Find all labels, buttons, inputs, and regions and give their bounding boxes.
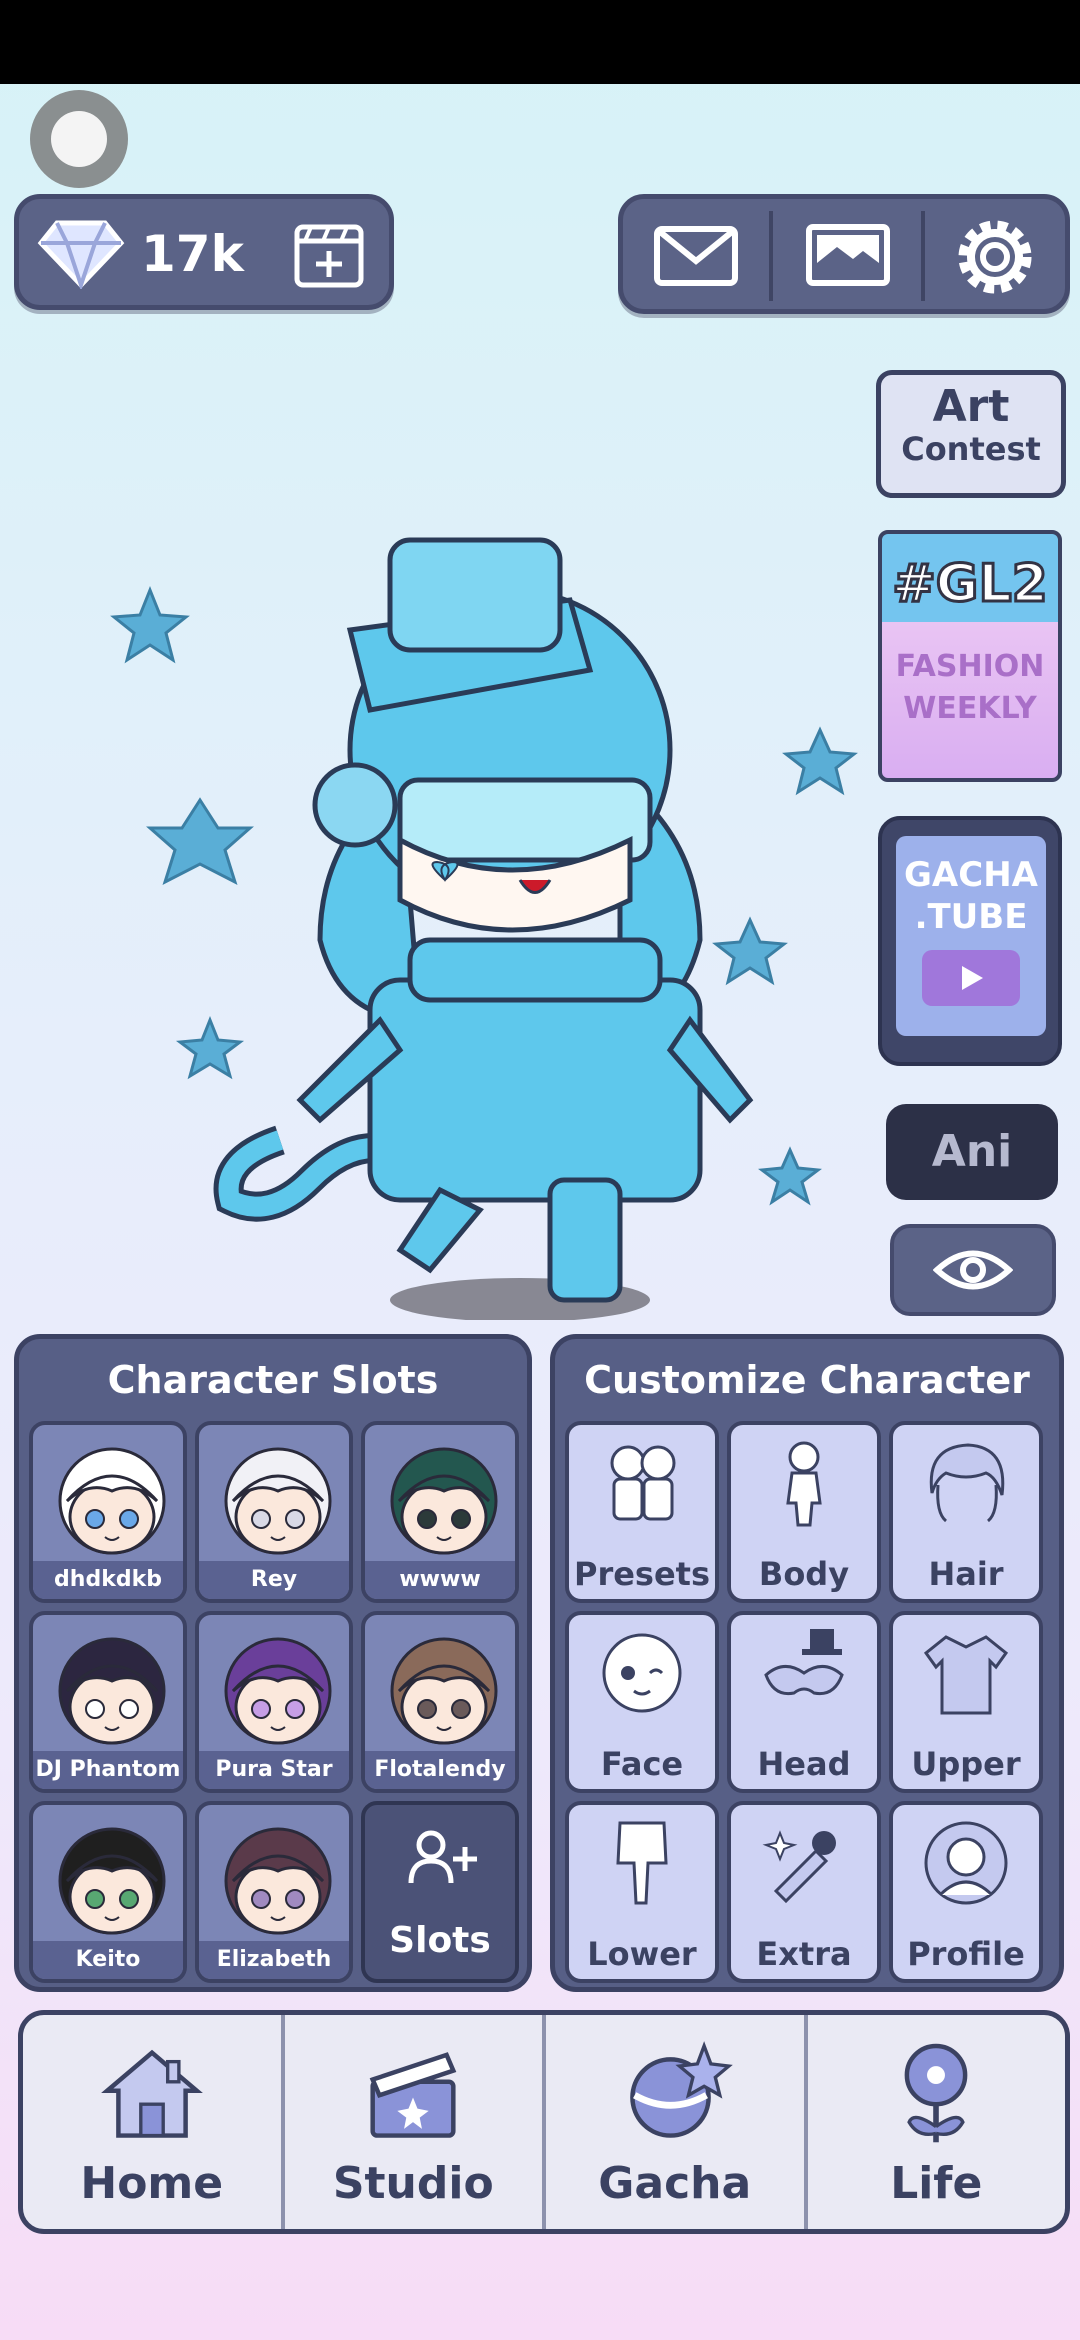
customize-character-panel: Customize Character Presets Body Hair Face H… bbox=[550, 1334, 1064, 1992]
character-slot-grid: dhdkdkb Rey wwww DJ Phantom Pura Star Flotale… bbox=[29, 1421, 519, 1983]
gacha-tube-label-1: GACHA bbox=[904, 855, 1038, 895]
customize-label: Profile bbox=[907, 1935, 1025, 1973]
character-slot[interactable]: Rey bbox=[195, 1421, 353, 1603]
character-slot-name: Rey bbox=[199, 1561, 349, 1599]
studio-icon bbox=[369, 2052, 457, 2138]
character-avatar bbox=[224, 1447, 332, 1555]
home-icon bbox=[100, 2049, 203, 2138]
bottom-navigation: Home Studio Gacha Life bbox=[18, 2010, 1070, 2234]
character-avatar bbox=[224, 1637, 332, 1745]
art-contest-label-2: Contest bbox=[901, 430, 1041, 468]
customize-character-title: Customize Character bbox=[584, 1358, 1030, 1402]
customize-lower-button[interactable]: Lower bbox=[565, 1801, 719, 1983]
add-slots-button[interactable]: Slots bbox=[361, 1801, 519, 1983]
nav-tab-label: Gacha bbox=[598, 2158, 752, 2209]
character-slot-name: DJ Phantom bbox=[33, 1751, 183, 1789]
character-avatar bbox=[58, 1447, 166, 1555]
gacha-icon bbox=[629, 2041, 733, 2138]
animation-button[interactable]: Ani bbox=[886, 1104, 1058, 1200]
profile-icon bbox=[924, 1821, 1008, 1905]
diamond-icon bbox=[37, 220, 125, 289]
customize-grid: Presets Body Hair Face Head Upper Lower Extra Pr… bbox=[565, 1421, 1043, 1983]
watch-ad-film-icon[interactable] bbox=[291, 217, 367, 293]
customize-label: Upper bbox=[911, 1745, 1021, 1783]
status-bar bbox=[0, 0, 1080, 84]
character-avatar bbox=[224, 1827, 332, 1935]
gem-counter: 17k bbox=[14, 194, 394, 310]
settings-gear-icon[interactable] bbox=[955, 217, 1035, 297]
hair-icon bbox=[929, 1443, 1005, 1523]
head-icon bbox=[764, 1629, 844, 1696]
character-slot[interactable]: Keito bbox=[29, 1801, 187, 1983]
gem-count: 17k bbox=[141, 225, 244, 283]
customize-label: Extra bbox=[756, 1935, 852, 1973]
eye-icon bbox=[933, 1250, 1013, 1290]
character-slot[interactable]: Flotalendy bbox=[361, 1611, 519, 1793]
fashion-weekly-label-1: FASHION bbox=[895, 649, 1045, 684]
upper-icon bbox=[923, 1635, 1009, 1715]
fashion-weekly-label-2: WEEKLY bbox=[903, 691, 1037, 726]
customize-head-button[interactable]: Head bbox=[727, 1611, 881, 1793]
character-slot[interactable]: Elizabeth bbox=[195, 1801, 353, 1983]
character-slot[interactable]: wwww bbox=[361, 1421, 519, 1603]
nav-tab-home[interactable]: Home bbox=[23, 2015, 281, 2229]
extra-icon bbox=[762, 1830, 836, 1904]
fashion-weekly-button[interactable]: #GL2 FASHION WEEKLY bbox=[878, 530, 1062, 782]
character-slots-panel: Character Slots dhdkdkb Rey wwww DJ Phantom… bbox=[14, 1334, 532, 1992]
face-icon bbox=[602, 1633, 682, 1713]
mail-icon[interactable] bbox=[651, 217, 741, 293]
add-person-icon bbox=[408, 1830, 477, 1884]
customize-body-button[interactable]: Body bbox=[727, 1421, 881, 1603]
customize-label: Body bbox=[758, 1555, 850, 1593]
fashion-weekly-tag: #GL2 bbox=[891, 553, 1050, 616]
character-slot-name: Keito bbox=[33, 1941, 183, 1979]
hide-ui-eye-button[interactable] bbox=[890, 1224, 1056, 1316]
body-icon bbox=[786, 1441, 822, 1527]
character-preview[interactable] bbox=[100, 420, 880, 1320]
nav-tab-studio[interactable]: Studio bbox=[280, 2015, 543, 2229]
nav-tab-label: Home bbox=[80, 2158, 224, 2209]
customize-profile-button[interactable]: Profile bbox=[889, 1801, 1043, 1983]
customize-upper-button[interactable]: Upper bbox=[889, 1611, 1043, 1793]
gacha-tube-button[interactable]: GACHA .TUBE bbox=[878, 816, 1062, 1066]
lower-icon bbox=[616, 1821, 668, 1905]
customize-face-button[interactable]: Face bbox=[565, 1611, 719, 1793]
top-right-toolbar bbox=[618, 194, 1070, 314]
play-icon bbox=[922, 950, 1020, 1006]
customize-presets-button[interactable]: Presets bbox=[565, 1421, 719, 1603]
character-avatar bbox=[390, 1447, 498, 1555]
character-avatar bbox=[58, 1827, 166, 1935]
presets-icon bbox=[610, 1445, 676, 1521]
character-slot-name: wwww bbox=[365, 1561, 515, 1599]
customize-label: Hair bbox=[928, 1555, 1004, 1593]
gallery-icon[interactable] bbox=[803, 217, 893, 293]
character-slot-name: dhdkdkb bbox=[33, 1561, 183, 1599]
art-contest-label-1: Art bbox=[932, 381, 1010, 432]
character-slot-name: Pura Star bbox=[199, 1751, 349, 1789]
customize-extra-button[interactable]: Extra bbox=[727, 1801, 881, 1983]
customize-label: Presets bbox=[573, 1555, 711, 1593]
character-slot-name: Flotalendy bbox=[365, 1751, 515, 1789]
gacha-tube-label-2: .TUBE bbox=[914, 897, 1028, 937]
character-avatar bbox=[390, 1637, 498, 1745]
customize-label: Face bbox=[600, 1745, 684, 1783]
nav-tab-life[interactable]: Life bbox=[803, 2015, 1066, 2229]
life-icon bbox=[904, 2043, 968, 2143]
character-avatar bbox=[58, 1637, 166, 1745]
character-slot-name: Elizabeth bbox=[199, 1941, 349, 1979]
character-slot[interactable]: dhdkdkb bbox=[29, 1421, 187, 1603]
customize-hair-button[interactable]: Hair bbox=[889, 1421, 1043, 1603]
customize-label: Lower bbox=[587, 1935, 697, 1973]
character-slots-title: Character Slots bbox=[107, 1358, 439, 1402]
customize-label: Head bbox=[757, 1745, 851, 1783]
add-slots-label: Slots bbox=[389, 1920, 491, 1961]
nav-tab-label: Studio bbox=[332, 2158, 494, 2209]
art-contest-button[interactable]: Art Contest bbox=[876, 370, 1066, 498]
nav-tab-gacha[interactable]: Gacha bbox=[542, 2015, 804, 2229]
nav-tab-label: Life bbox=[890, 2158, 983, 2209]
character-slot[interactable]: Pura Star bbox=[195, 1611, 353, 1793]
floating-circle-button[interactable] bbox=[30, 90, 128, 188]
character-slot[interactable]: DJ Phantom bbox=[29, 1611, 187, 1793]
